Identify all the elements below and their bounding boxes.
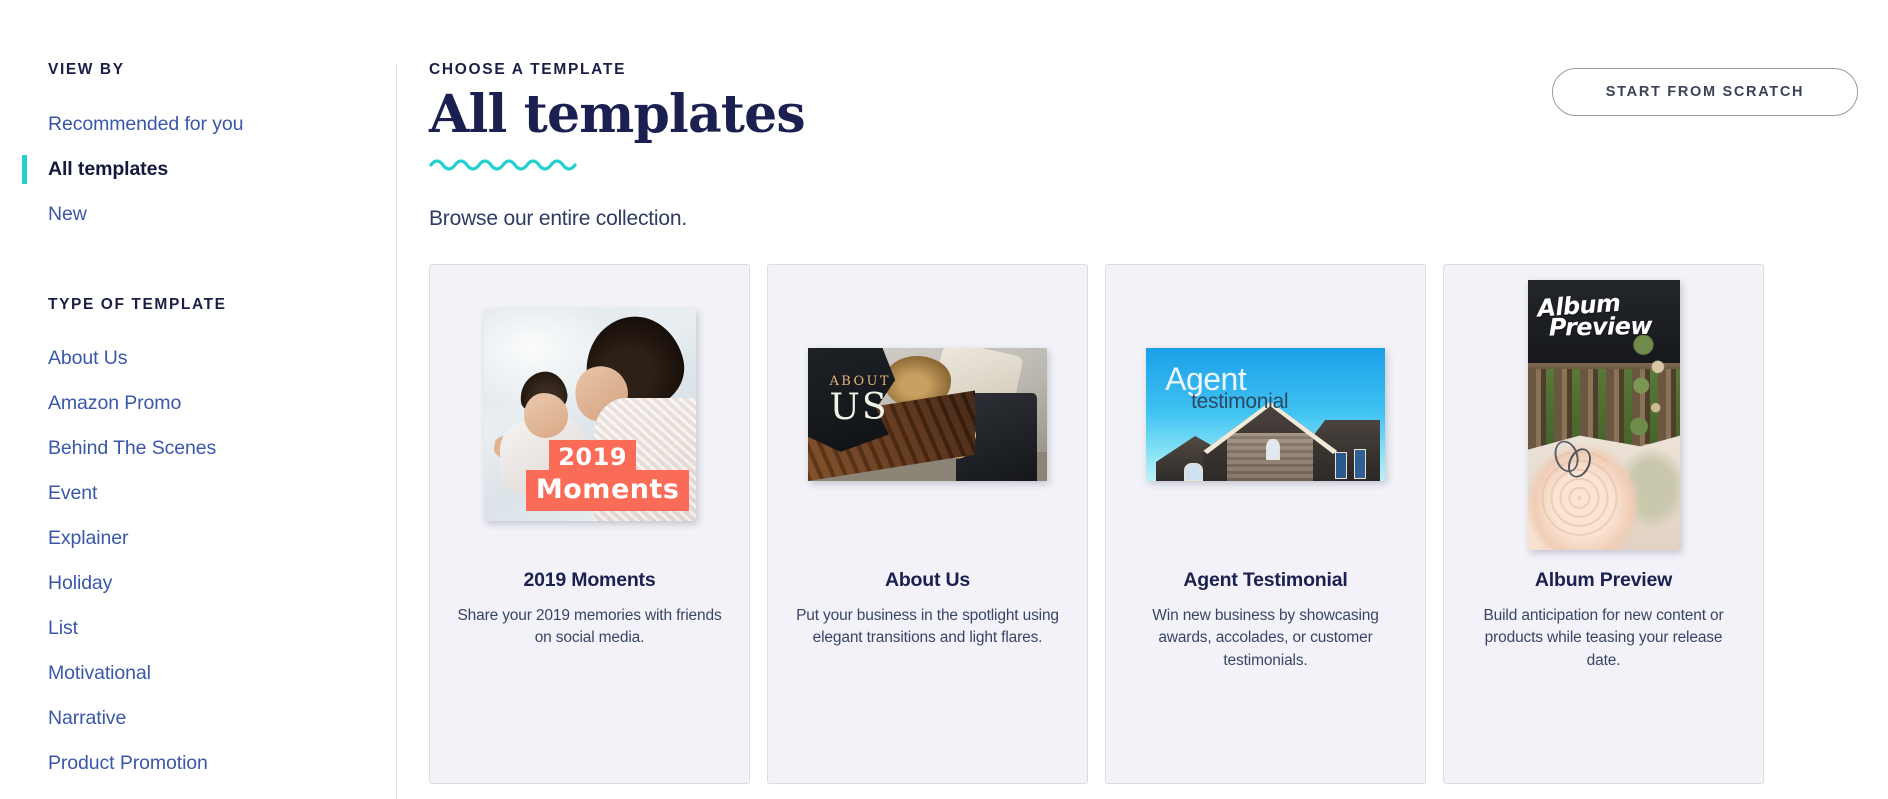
sidebar-group-view-by: VIEW BY Recommended for you All template… bbox=[0, 62, 397, 237]
template-card-description: Build anticipation for new content or pr… bbox=[1483, 606, 1724, 669]
sidebar-item-holiday[interactable]: Holiday bbox=[0, 561, 397, 606]
sidebar-item-service-promotion[interactable]: Service Promotion bbox=[0, 786, 397, 799]
thumbnail-overlay-line2: Moments bbox=[525, 469, 690, 511]
template-card-about-us[interactable]: ABOUT US About Us Put your business in t… bbox=[767, 263, 1088, 784]
sidebar-item-list[interactable]: List bbox=[0, 606, 397, 651]
sidebar-item-explainer[interactable]: Explainer bbox=[0, 516, 397, 561]
template-thumbnail-about-us: ABOUT US bbox=[808, 348, 1047, 482]
template-card-agent-testimonial[interactable]: Agent testimonial Agent Testimonial Win … bbox=[1105, 263, 1426, 784]
sidebar-item-label: Recommended for you bbox=[48, 112, 244, 135]
template-thumbnail-agent-testimonial: Agent testimonial bbox=[1146, 348, 1385, 482]
sidebar-item-label: New bbox=[48, 202, 87, 225]
sidebar-item-label: List bbox=[48, 617, 78, 639]
sidebar-item-label: Narrative bbox=[48, 707, 127, 729]
thumbnail-artwork: Agent testimonial bbox=[1146, 348, 1385, 482]
sidebar-item-narrative[interactable]: Narrative bbox=[0, 696, 397, 741]
template-card-title: Agent Testimonial bbox=[1183, 568, 1348, 591]
thumbnail-area: 2019 Moments bbox=[430, 265, 749, 565]
sidebar-item-motivational[interactable]: Motivational bbox=[0, 651, 397, 696]
template-card-description: Put your business in the spotlight using… bbox=[796, 606, 1059, 647]
sidebar-item-label: Behind The Scenes bbox=[48, 437, 217, 459]
sidebar-item-amazon-promo[interactable]: Amazon Promo bbox=[0, 381, 397, 426]
template-card-title: Album Preview bbox=[1534, 568, 1673, 591]
thumbnail-overlay-line1: ABOUT bbox=[829, 373, 891, 389]
sidebar-item-label: Motivational bbox=[48, 662, 151, 684]
sidebar-item-label: Explainer bbox=[48, 527, 129, 549]
template-card-description: Win new business by showcasing awards, a… bbox=[1152, 606, 1379, 669]
sidebar-item-event[interactable]: Event bbox=[0, 471, 397, 516]
template-card-description: Share your 2019 memories with friends on… bbox=[457, 606, 722, 647]
template-card-title: About Us bbox=[884, 568, 971, 591]
sidebar-heading-type-of-template: TYPE OF TEMPLATE bbox=[48, 295, 227, 313]
sidebar-item-product-promotion[interactable]: Product Promotion bbox=[0, 741, 397, 786]
template-card-grid: 2019 Moments 2019 Moments Share your 201… bbox=[429, 263, 1858, 784]
sidebar-item-recommended-for-you[interactable]: Recommended for you bbox=[0, 102, 397, 147]
start-from-scratch-button[interactable]: START FROM SCRATCH bbox=[1552, 68, 1858, 116]
thumbnail-overlay-line2: Preview bbox=[1548, 311, 1653, 342]
template-card-album-preview[interactable]: Album Preview Album Preview Build antici… bbox=[1443, 263, 1764, 784]
sidebar-group-type-of-template: TYPE OF TEMPLATE About Us Amazon Promo B… bbox=[0, 295, 397, 799]
thumbnail-area: Agent testimonial bbox=[1106, 265, 1425, 565]
sidebar-item-label: Holiday bbox=[48, 572, 113, 594]
sidebar: VIEW BY Recommended for you All template… bbox=[0, 0, 397, 799]
sidebar-item-label: About Us bbox=[48, 347, 128, 369]
sidebar-item-all-templates[interactable]: All templates bbox=[0, 147, 397, 192]
thumbnail-area: ABOUT US bbox=[768, 265, 1087, 565]
template-card-title: 2019 Moments bbox=[523, 568, 656, 591]
template-thumbnail-2019-moments: 2019 Moments bbox=[483, 308, 696, 521]
sidebar-item-about-us[interactable]: About Us bbox=[0, 336, 397, 381]
sidebar-item-label: All templates bbox=[48, 157, 169, 180]
template-thumbnail-album-preview: Album Preview bbox=[1527, 279, 1680, 550]
page-blurb: Browse our entire collection. bbox=[429, 206, 687, 230]
main-content: START FROM SCRATCH CHOOSE A TEMPLATE All… bbox=[397, 0, 1888, 799]
sidebar-heading-view-by: VIEW BY bbox=[48, 61, 125, 78]
squiggle-underline-decoration bbox=[429, 155, 1858, 173]
thumbnail-overlay-line2: US bbox=[829, 386, 889, 428]
thumbnail-artwork: ABOUT US bbox=[808, 348, 1047, 482]
template-chooser-page: VIEW BY Recommended for you All template… bbox=[0, 0, 1888, 799]
sidebar-item-label: Amazon Promo bbox=[48, 392, 182, 414]
template-card-2019-moments[interactable]: 2019 Moments 2019 Moments Share your 201… bbox=[429, 263, 750, 784]
sidebar-item-label: Event bbox=[48, 482, 98, 504]
thumbnail-artwork: Album Preview bbox=[1527, 279, 1680, 550]
sidebar-item-new[interactable]: New bbox=[0, 192, 397, 237]
thumbnail-artwork: 2019 Moments bbox=[483, 308, 696, 521]
thumbnail-area: Album Preview bbox=[1444, 265, 1763, 565]
sidebar-item-label: Product Promotion bbox=[48, 752, 208, 774]
sidebar-item-behind-the-scenes[interactable]: Behind The Scenes bbox=[0, 426, 397, 471]
thumbnail-overlay-line2: testimonial bbox=[1191, 389, 1289, 413]
